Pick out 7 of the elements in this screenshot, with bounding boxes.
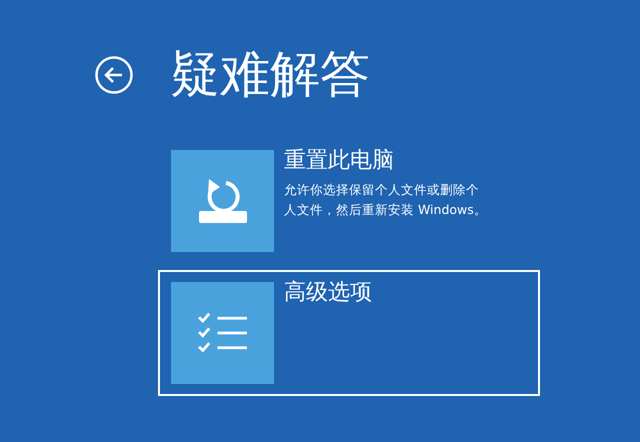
option-tile[interactable]: 高级选项	[158, 270, 540, 396]
option-description: 允许你选择保留个人文件或删除个人文件，然后重新安装 Windows。	[284, 181, 488, 219]
option-title: 重置此电脑	[284, 147, 395, 175]
page-title: 疑难解答	[170, 44, 370, 105]
option-tile[interactable]: 重置此电脑 允许你选择保留个人文件或删除个人文件，然后重新安装 Windows。	[158, 138, 540, 264]
option-title: 高级选项	[284, 279, 372, 307]
back-icon[interactable]	[94, 55, 134, 95]
